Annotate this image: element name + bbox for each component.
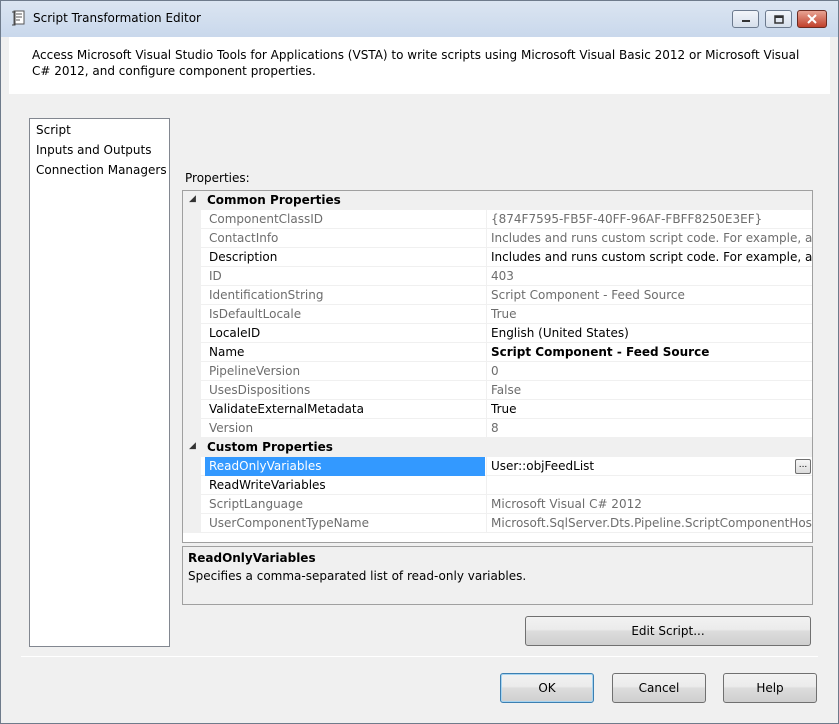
title-bar[interactable]: Script Transformation Editor [1,1,838,37]
property-name: ScriptLanguage [209,497,304,511]
property-row-isdefaultlocale[interactable]: IsDefaultLocale True [183,305,812,324]
property-row-readonlyvariables[interactable]: ReadOnlyVariables User::objFeedList ... [183,457,812,476]
ellipsis-button[interactable]: ... [795,459,811,474]
nav-item-script[interactable]: Script [36,123,71,137]
category-label: Custom Properties [207,440,333,454]
property-value: Script Component - Feed Source [491,288,685,302]
property-row-validateexternalmetadata[interactable]: ValidateExternalMetadata True [183,400,812,419]
property-name: UserComponentTypeName [209,516,369,530]
script-component-icon [12,10,25,26]
nav-item-inputs-and-outputs[interactable]: Inputs and Outputs [36,143,151,157]
property-value: True [491,307,517,321]
property-name: UsesDispositions [209,383,311,397]
property-name: ID [209,269,222,283]
dialog-body: Access Microsoft Visual Studio Tools for… [9,37,830,717]
property-value: {874F7595-FB5F-40FF-96AF-FBFF8250E3EF} [491,212,763,226]
property-name: Description [209,250,278,264]
property-value: 403 [491,269,514,283]
help-label: Help [756,681,784,695]
category-label: Common Properties [207,193,341,207]
category-common-properties[interactable]: ◢ Common Properties [183,191,812,210]
property-help-panel: ReadOnlyVariables Specifies a comma-sepa… [182,546,813,605]
property-name: ReadWriteVariables [209,478,326,492]
close-icon [807,14,817,24]
property-name: ComponentClassID [209,212,324,226]
page-navigation-list: Script Inputs and Outputs Connection Man… [29,118,170,647]
property-row-readwritevariables[interactable]: ReadWriteVariables [183,476,812,495]
edit-script-label: Edit Script... [631,624,705,638]
property-row-id[interactable]: ID 403 [183,267,812,286]
property-value: Microsoft Visual C# 2012 [491,497,642,511]
footer-divider [21,656,818,657]
property-value: 8 [491,421,499,435]
readonlyvariables-input[interactable]: User::objFeedList [491,459,791,476]
property-name: IsDefaultLocale [209,307,302,321]
property-name: Name [209,345,245,359]
property-row-localeid[interactable]: LocaleID English (United States) [183,324,812,343]
cancel-button[interactable]: Cancel [612,673,706,703]
property-row-pipelineversion[interactable]: PipelineVersion 0 [183,362,812,381]
close-button[interactable] [797,10,827,28]
property-name: Version [209,421,254,435]
category-custom-properties[interactable]: ◢ Custom Properties [183,438,812,457]
property-value[interactable]: English (United States) [491,326,812,343]
property-name: IdentificationString [209,288,324,302]
property-row-usesdispositions[interactable]: UsesDispositions False [183,381,812,400]
help-button[interactable]: Help [723,673,817,703]
help-description: Specifies a comma-separated list of read… [188,569,527,583]
ok-button[interactable]: OK [500,673,594,703]
help-title: ReadOnlyVariables [188,551,316,565]
properties-label: Properties: [185,171,250,185]
property-row-componentclassid[interactable]: ComponentClassID {874F7595-FB5F-40FF-96A… [183,210,812,229]
minimize-icon [741,20,750,22]
minimize-button[interactable] [732,10,759,28]
property-name: ContactInfo [209,231,279,245]
property-row-contactinfo[interactable]: ContactInfo Includes and runs custom scr… [183,229,813,248]
property-row-identificationstring[interactable]: IdentificationString Script Component - … [183,286,812,305]
maximize-icon [773,14,784,24]
property-row-description[interactable]: Description Includes and runs custom scr… [183,248,812,267]
edit-script-button[interactable]: Edit Script... [525,616,811,646]
property-value[interactable]: True [491,402,812,419]
dialog-description: Access Microsoft Visual Studio Tools for… [32,48,800,78]
property-row-version[interactable]: Version 8 [183,419,812,438]
property-grid[interactable]: ◢ Common Properties ComponentClassID {87… [182,190,813,543]
property-row-usercomponenttypename[interactable]: UserComponentTypeName Microsoft.SqlServe… [183,514,813,533]
property-name: ReadOnlyVariables [205,457,485,476]
property-value: Microsoft.SqlServer.Dts.Pipeline.ScriptC… [491,516,813,530]
property-name: ValidateExternalMetadata [209,402,364,416]
collapse-icon[interactable]: ◢ [189,441,196,451]
property-row-name[interactable]: Name Script Component - Feed Source [183,343,812,362]
property-name: PipelineVersion [209,364,301,378]
property-value[interactable]: Script Component - Feed Source [491,345,812,362]
description-panel: Access Microsoft Visual Studio Tools for… [9,37,830,94]
maximize-button[interactable] [765,10,792,28]
property-value: Includes and runs custom script code. Fo… [491,231,813,245]
property-value: 0 [491,364,499,378]
collapse-icon[interactable]: ◢ [189,194,196,204]
cancel-label: Cancel [638,681,680,695]
property-value[interactable]: Includes and runs custom script code. Fo… [491,250,812,267]
property-row-scriptlanguage[interactable]: ScriptLanguage Microsoft Visual C# 2012 [183,495,812,514]
script-transformation-editor-window: Script Transformation Editor Access Micr… [0,0,839,724]
property-value: False [491,383,522,397]
ok-label: OK [538,681,556,695]
property-name: LocaleID [209,326,261,340]
property-value[interactable] [491,478,812,495]
nav-item-connection-managers[interactable]: Connection Managers [36,163,167,177]
window-title: Script Transformation Editor [33,11,201,25]
